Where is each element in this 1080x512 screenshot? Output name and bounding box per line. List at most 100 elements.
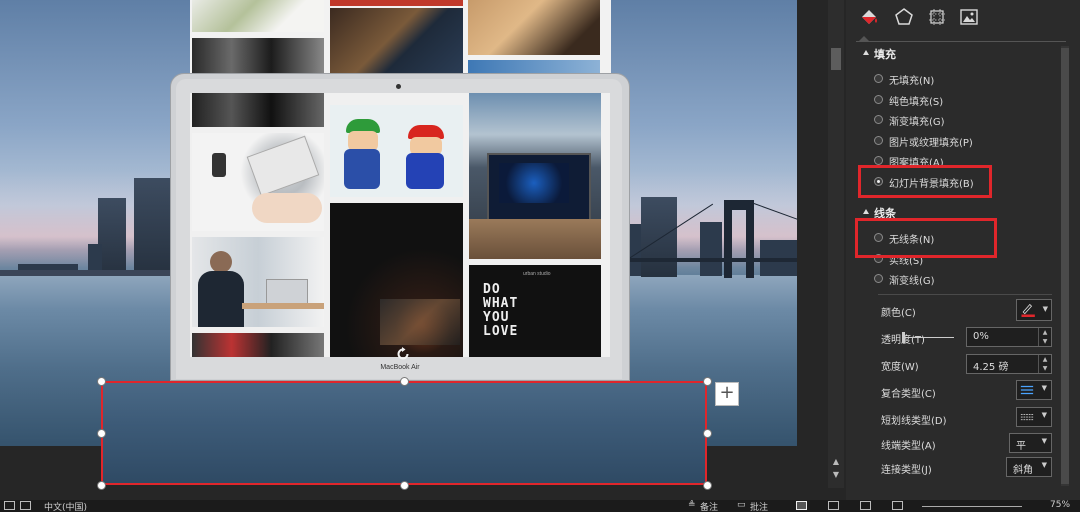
- notes-button[interactable]: 备注: [700, 500, 718, 512]
- fill-section-title[interactable]: 填充: [874, 46, 896, 62]
- pane-scrollbar-thumb[interactable]: [1061, 48, 1069, 484]
- scrollbar-thumb[interactable]: [831, 48, 841, 70]
- radio-button[interactable]: [874, 274, 883, 283]
- radio-label: 无填充(N): [889, 76, 935, 87]
- macbook-air-label: MacBook Air: [380, 364, 420, 371]
- bridge-tower: [724, 200, 754, 210]
- comments-button[interactable]: 批注: [750, 500, 768, 512]
- laptop-screen: urban studio DO WHAT YOU LOVE: [190, 93, 610, 357]
- building: [98, 198, 126, 276]
- tab-divider: [856, 41, 1066, 42]
- radio-button[interactable]: [874, 95, 883, 104]
- notes-icon[interactable]: ≜: [688, 500, 696, 510]
- bridge-deck: [629, 258, 797, 262]
- highlight-box: [855, 218, 997, 258]
- chevron-down-icon: ▼: [1041, 384, 1047, 392]
- slide[interactable]: urban studio DO WHAT YOU LOVE MacBook Ai…: [0, 0, 797, 446]
- width-input[interactable]: 4.25 磅 ▲ ▼: [966, 354, 1052, 374]
- resize-handle-nw[interactable]: [97, 377, 106, 386]
- resize-handle-e[interactable]: [703, 429, 712, 438]
- selected-rectangle-shape[interactable]: [101, 381, 707, 485]
- screen-photo-mario-luigi: [330, 105, 463, 197]
- screen-photo-pcb: [192, 333, 324, 357]
- spinner-arrows-icon[interactable]: ▲ ▼: [1038, 355, 1051, 373]
- resize-handle-n[interactable]: [400, 377, 409, 386]
- transparency-slider-handle[interactable]: [902, 332, 905, 343]
- zoom-slider[interactable]: [922, 506, 1022, 507]
- transparency-input[interactable]: 0% ▲ ▼: [966, 327, 1052, 347]
- section-divider: [878, 294, 1052, 295]
- radio-button[interactable]: [874, 74, 883, 83]
- screen-photo-laptop-cafe: [469, 93, 601, 259]
- accessibility-icon[interactable]: [4, 501, 15, 510]
- width-label: 宽度(W): [881, 362, 919, 373]
- transparency-slider-track[interactable]: [904, 337, 954, 338]
- dash-type-label: 短划线类型(D): [881, 416, 947, 427]
- screen-photo-dark-keyboard: [330, 203, 463, 357]
- chevron-down-icon: ▼: [1042, 305, 1048, 313]
- join-type-value: 斜角: [1013, 465, 1033, 476]
- zoom-level[interactable]: 75%: [1050, 500, 1070, 510]
- chevron-down-icon: ▼: [1041, 437, 1047, 445]
- line-color-label: 颜色(C): [881, 308, 916, 319]
- radio-label: 图片或纹理填充(P): [889, 138, 973, 149]
- screen-photo-desk: [192, 133, 324, 231]
- resize-handle-w[interactable]: [97, 429, 106, 438]
- resize-handle-ne[interactable]: [703, 377, 712, 386]
- chevron-down-icon: ▼: [1041, 461, 1047, 469]
- pentagon-effects-icon[interactable]: [893, 6, 915, 28]
- active-tab-indicator: [858, 36, 870, 42]
- slideshow-icon[interactable]: [892, 501, 903, 510]
- radio-button[interactable]: [874, 136, 883, 145]
- scroll-down-icon[interactable]: ▼: [830, 470, 842, 479]
- cap-type-dropdown[interactable]: 平 ▼: [1009, 433, 1052, 453]
- collage-photo: [468, 0, 600, 55]
- dash-type-dropdown[interactable]: ▼: [1016, 407, 1052, 427]
- compound-lines-icon: [1020, 385, 1034, 395]
- resize-handle-se[interactable]: [703, 481, 712, 490]
- fill-bucket-icon[interactable]: [858, 6, 880, 28]
- canvas-vertical-scrollbar[interactable]: ▲ ▼: [828, 0, 844, 488]
- compound-type-label: 复合类型(C): [881, 389, 936, 400]
- size-properties-icon[interactable]: [926, 6, 948, 28]
- camera-dot: [396, 84, 401, 89]
- photo-collage: [190, 0, 611, 75]
- resize-handle-s[interactable]: [400, 481, 409, 490]
- language-status[interactable]: 中文(中国): [44, 500, 87, 512]
- building: [700, 222, 722, 276]
- format-shape-pane: 填充 无填充(N) 纯色填充(S) 渐变填充(G) 图片或纹理填充(P) 图案填…: [846, 0, 1080, 500]
- collapse-line-icon[interactable]: [863, 209, 869, 214]
- line-color-picker[interactable]: ▼: [1016, 299, 1052, 321]
- spellcheck-icon[interactable]: [20, 501, 31, 510]
- cap-type-value: 平: [1016, 441, 1026, 452]
- join-type-dropdown[interactable]: 斜角 ▼: [1006, 457, 1052, 477]
- spinner-arrows-icon[interactable]: ▲ ▼: [1038, 328, 1051, 346]
- reading-view-icon[interactable]: [860, 501, 871, 510]
- screen-photo-man-laptop: [192, 237, 324, 327]
- building: [0, 270, 170, 276]
- resize-handle-sw[interactable]: [97, 481, 106, 490]
- radio-label: 渐变填充(G): [889, 117, 945, 128]
- slide-sorter-icon[interactable]: [828, 501, 839, 510]
- normal-view-icon[interactable]: [796, 501, 807, 510]
- pen-color-icon: [1021, 303, 1035, 317]
- highlight-box: [858, 165, 992, 198]
- screen-photo-do-what-you-love: urban studio DO WHAT YOU LOVE: [469, 265, 601, 357]
- radio-button[interactable]: [874, 156, 883, 165]
- comments-icon[interactable]: ▭: [737, 500, 746, 510]
- layout-options-button[interactable]: +: [715, 382, 739, 406]
- radio-button[interactable]: [874, 115, 883, 124]
- rotate-handle-icon[interactable]: [395, 346, 411, 362]
- compound-type-dropdown[interactable]: ▼: [1016, 380, 1052, 400]
- collapse-fill-icon[interactable]: [863, 50, 869, 55]
- dash-lines-icon: [1020, 413, 1034, 421]
- picture-icon[interactable]: [958, 6, 980, 28]
- scroll-up-icon[interactable]: ▲: [830, 457, 842, 466]
- powerpoint-window: urban studio DO WHAT YOU LOVE MacBook Ai…: [0, 0, 1080, 512]
- pane-scrollbar[interactable]: [1061, 46, 1069, 486]
- collage-photo: [192, 0, 324, 32]
- width-value: 4.25 磅: [973, 362, 1009, 373]
- building: [134, 178, 170, 276]
- status-bar: 中文(中国) ≜ 备注 ▭ 批注 75%: [0, 500, 1080, 512]
- macbook-image[interactable]: urban studio DO WHAT YOU LOVE MacBook Ai…: [170, 73, 630, 383]
